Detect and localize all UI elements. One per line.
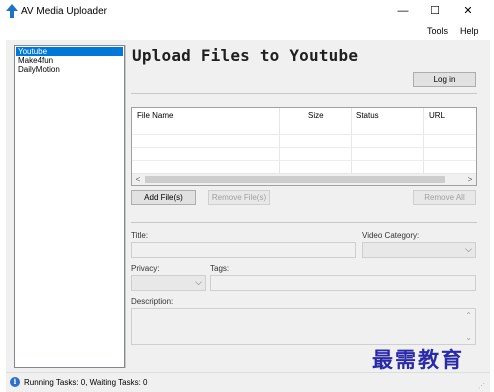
horizontal-scrollbar[interactable]: < >: [132, 173, 476, 185]
page-title: Upload Files to Youtube: [132, 46, 359, 65]
menu-bar: [0, 22, 494, 40]
watermark-text: 最需教育: [372, 347, 464, 372]
remove-all-button[interactable]: Remove All: [413, 190, 476, 205]
title-input[interactable]: [131, 242, 356, 258]
row-gridline: [132, 147, 476, 148]
divider: [131, 222, 477, 223]
scrollbar-thumb[interactable]: [145, 176, 445, 183]
add-files-button[interactable]: Add File(s): [131, 190, 196, 205]
menu-tools[interactable]: Tools: [427, 26, 448, 36]
privacy-select[interactable]: ⌵: [131, 275, 206, 291]
divider: [131, 93, 477, 94]
description-textarea[interactable]: ⌃ ⌄: [131, 308, 476, 345]
file-list[interactable]: File Name Size Status URL < >: [131, 107, 477, 186]
sidebar-item-make4fun[interactable]: Make4fun: [16, 56, 123, 65]
column-separator: [423, 108, 424, 176]
sidebar-item-dailymotion[interactable]: DailyMotion: [16, 65, 123, 74]
column-size[interactable]: Size: [308, 111, 324, 120]
scroll-up-icon[interactable]: ⌃: [465, 311, 472, 320]
chevron-down-icon: ⌵: [195, 277, 202, 287]
menu-help[interactable]: Help: [460, 26, 479, 36]
description-label: Description:: [131, 297, 174, 306]
tags-label: Tags:: [210, 264, 230, 273]
service-list[interactable]: Youtube Make4fun DailyMotion: [14, 45, 125, 368]
row-gridline: [132, 134, 476, 135]
column-separator: [351, 108, 352, 176]
privacy-label: Privacy:: [131, 264, 160, 273]
close-button[interactable]: ✕: [453, 2, 483, 20]
scroll-down-icon[interactable]: ⌄: [465, 333, 472, 342]
maximize-button[interactable]: ☐: [420, 2, 450, 20]
upload-arrow-icon: [6, 4, 18, 18]
minimize-button[interactable]: —: [388, 2, 418, 20]
row-gridline: [132, 160, 476, 161]
login-button[interactable]: Log in: [413, 72, 476, 87]
window-title: AV Media Uploader: [21, 6, 107, 17]
video-category-select[interactable]: ⌵: [362, 242, 476, 258]
scroll-right-icon[interactable]: >: [464, 174, 476, 185]
remove-files-button[interactable]: Remove File(s): [208, 190, 270, 205]
panel-splitter[interactable]: [125, 45, 126, 368]
resize-grip-icon[interactable]: ⋰: [478, 382, 488, 390]
info-icon: i: [10, 377, 20, 387]
status-text: Running Tasks: 0, Waiting Tasks: 0: [24, 378, 148, 387]
column-url[interactable]: URL: [429, 111, 445, 120]
column-status[interactable]: Status: [356, 111, 379, 120]
tags-input[interactable]: [210, 275, 476, 291]
column-separator: [279, 108, 280, 176]
sidebar-item-youtube[interactable]: Youtube: [16, 47, 123, 56]
video-category-label: Video Category:: [362, 231, 420, 240]
chevron-down-icon: ⌵: [465, 244, 472, 254]
title-label: Title:: [131, 231, 149, 240]
scroll-left-icon[interactable]: <: [132, 174, 144, 185]
column-file-name[interactable]: File Name: [137, 111, 173, 120]
